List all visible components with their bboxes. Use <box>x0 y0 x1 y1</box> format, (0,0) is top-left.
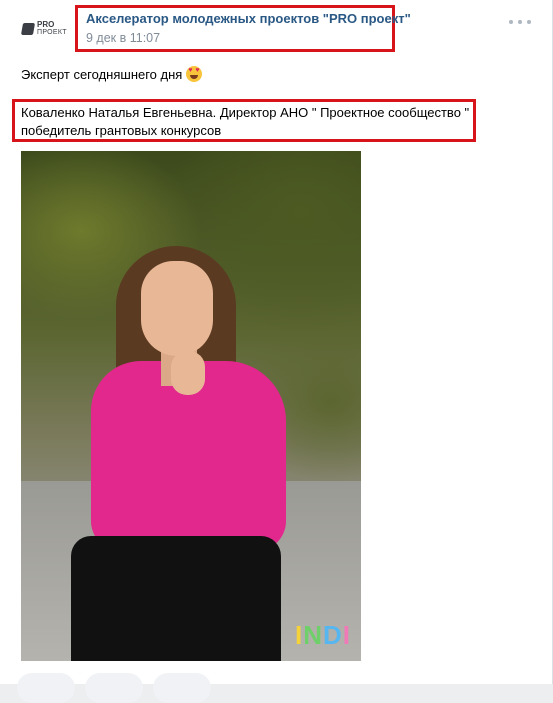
more-options-icon[interactable] <box>509 15 531 29</box>
post-text-intro: Эксперт сегодняшнего дня <box>21 66 183 82</box>
avatar-text-secondary: ПРОЕКТ <box>37 29 67 36</box>
wall-post: PRO ПРОЕКТ Акселератор молодежных проект… <box>0 0 553 703</box>
post-date-link[interactable]: 9 дек в 11:07 <box>86 31 160 45</box>
logo-icon <box>20 23 36 35</box>
avatar-text-primary: PRO <box>37 20 55 29</box>
heart-eyes-emoji-icon <box>186 66 203 82</box>
share-button[interactable] <box>153 673 211 703</box>
author-link[interactable]: Акселератор молодежных проектов "PRO про… <box>86 11 411 26</box>
comment-button[interactable] <box>85 673 143 703</box>
post-text-line: Эксперт сегодняшнего дня <box>21 66 203 82</box>
like-button[interactable] <box>17 673 75 703</box>
post-photo[interactable]: INDI <box>21 151 361 661</box>
photo-watermark: INDI <box>294 620 351 650</box>
post-actions <box>17 673 211 703</box>
post-text-expert: Коваленко Наталья Евгеньевна. Директор А… <box>21 105 470 138</box>
community-avatar[interactable]: PRO ПРОЕКТ <box>20 18 70 40</box>
